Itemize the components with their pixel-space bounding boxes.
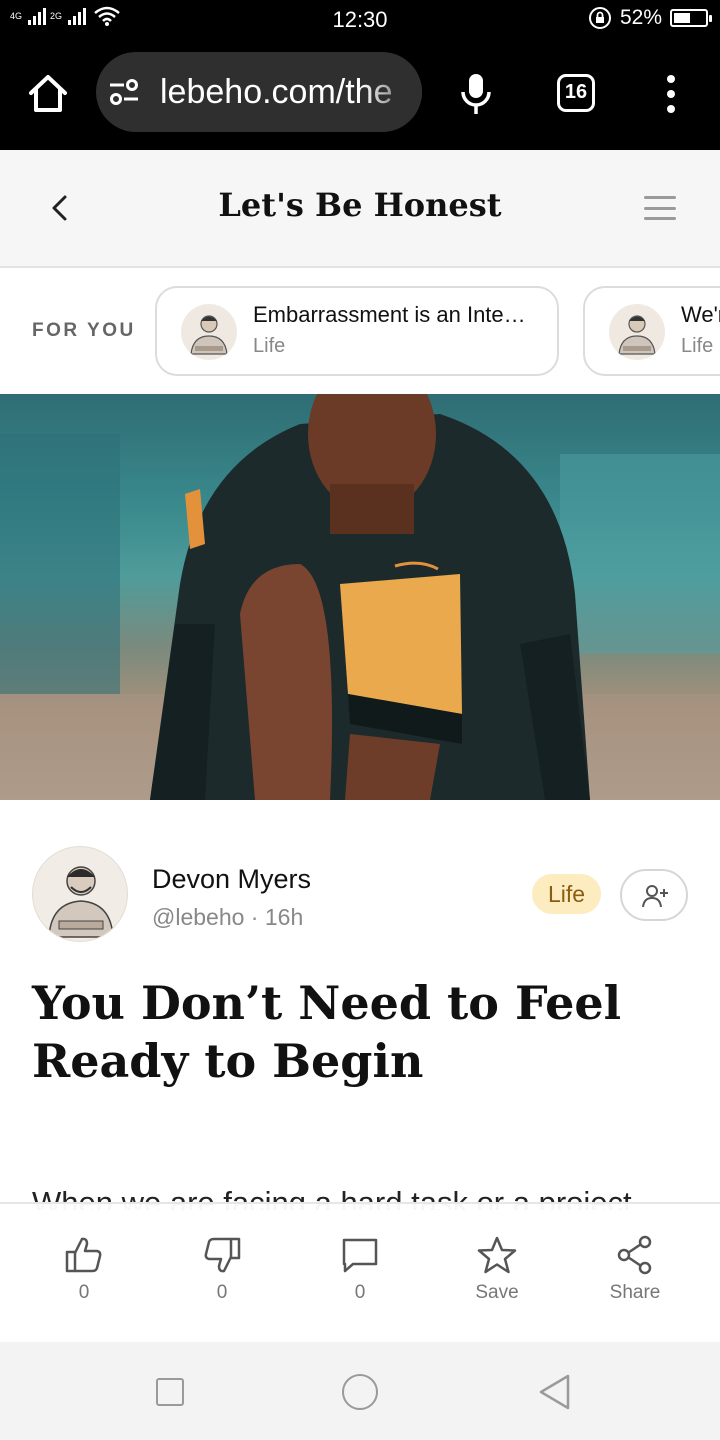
browser-toolbar: lebeho.com/the 16	[0, 40, 720, 150]
home-icon[interactable]	[26, 72, 70, 116]
status-bar: 4G 2G 12:30 52%	[0, 0, 720, 40]
dislike-button[interactable]: 0	[162, 1234, 282, 1304]
url-text: lebeho.com/the	[160, 73, 393, 111]
article-title: You Don’t Need to Feel Ready to Begin	[32, 976, 622, 1088]
share-icon	[617, 1235, 652, 1275]
author-avatar	[609, 304, 665, 360]
system-navigation-bar	[0, 1342, 720, 1440]
comment-count: 0	[354, 1282, 366, 1303]
comment-icon	[342, 1238, 378, 1273]
page: 4G 2G 12:30 52% lebeho.com/the 16 Let's …	[0, 0, 720, 1440]
category-tag[interactable]: Life	[532, 874, 602, 914]
recommended-card[interactable]: Embarrassment is an Inte… Life	[155, 286, 559, 376]
recent-apps-icon[interactable]	[156, 1378, 184, 1406]
hamburger-menu-icon[interactable]	[644, 196, 676, 220]
battery-icon	[670, 9, 712, 27]
microphone-icon[interactable]	[458, 72, 494, 116]
site-title[interactable]: Let's Be Honest	[0, 186, 720, 224]
post-action-bar: 0 0 0 Save Share	[0, 1202, 720, 1342]
rotation-lock-icon	[588, 7, 611, 29]
dislike-count: 0	[216, 1282, 228, 1303]
like-count: 0	[78, 1282, 90, 1303]
save-label: Save	[475, 1282, 519, 1303]
share-button[interactable]: Share	[575, 1234, 695, 1304]
thumbs-up-icon	[65, 1237, 102, 1273]
author-meta: @lebeho · 16h	[152, 904, 304, 930]
thumbs-down-icon	[204, 1237, 241, 1273]
url-fade	[362, 52, 422, 132]
star-icon	[477, 1236, 517, 1274]
add-user-icon	[642, 885, 668, 908]
battery-fill	[674, 13, 690, 23]
card-category: Life	[253, 335, 286, 357]
card-title: Embarrassment is an Inte…	[253, 302, 526, 327]
home-button-icon[interactable]	[342, 1374, 378, 1410]
for-you-label: FOR YOU	[32, 320, 136, 341]
save-button[interactable]: Save	[437, 1234, 557, 1304]
author-name[interactable]: Devon Myers	[152, 864, 311, 895]
share-label: Share	[609, 1282, 661, 1303]
hero-image	[0, 394, 720, 800]
system-back-icon[interactable]	[536, 1373, 572, 1411]
battery-percent: 52%	[619, 6, 662, 29]
like-button[interactable]: 0	[24, 1234, 144, 1304]
for-you-row: FOR YOU Embarrassment is an Inte… Life W…	[0, 270, 720, 394]
site-settings-icon[interactable]	[108, 78, 140, 106]
site-header: Let's Be Honest	[0, 150, 720, 268]
author-avatar	[181, 304, 237, 360]
address-bar[interactable]: lebeho.com/the	[96, 52, 422, 132]
recommended-card[interactable]: We're Life	[583, 286, 720, 376]
more-menu-icon[interactable]	[665, 75, 677, 113]
status-right: 52%	[588, 6, 712, 30]
follow-button[interactable]	[620, 869, 688, 921]
comment-button[interactable]: 0	[300, 1234, 420, 1304]
tab-switcher-button[interactable]: 16	[557, 74, 595, 112]
card-title: We're	[681, 302, 720, 327]
author-avatar[interactable]	[32, 846, 128, 942]
card-category: Life	[681, 335, 714, 357]
